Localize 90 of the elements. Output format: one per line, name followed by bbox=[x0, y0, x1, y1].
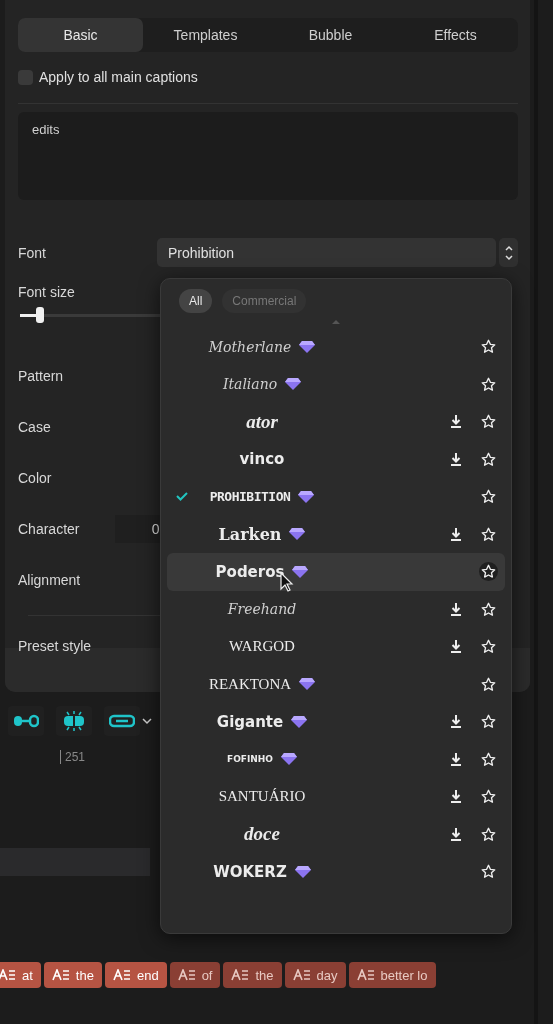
font-option[interactable]: ator bbox=[167, 403, 505, 441]
font-name: SANTUÁRIO bbox=[218, 788, 306, 806]
font-option[interactable]: REAKTONA bbox=[167, 665, 505, 703]
font-name: Gigante bbox=[216, 712, 284, 731]
star-icon[interactable] bbox=[480, 864, 496, 880]
font-option[interactable]: vinco bbox=[167, 440, 505, 478]
tab[interactable]: Effects bbox=[393, 18, 518, 52]
caption-clip[interactable]: the bbox=[223, 962, 282, 988]
download-icon[interactable] bbox=[450, 415, 462, 429]
font-name: PROHIBITION bbox=[209, 489, 291, 505]
font-option[interactable]: Motherlane bbox=[167, 328, 505, 366]
text-icon bbox=[231, 969, 250, 981]
tab[interactable]: Bubble bbox=[268, 18, 393, 52]
font-option[interactable]: FOFINHO bbox=[167, 740, 505, 778]
font-option[interactable]: Freehand bbox=[167, 590, 505, 628]
font-name: doce bbox=[244, 823, 280, 846]
font-name: FOFINHO bbox=[227, 754, 273, 765]
star-icon[interactable] bbox=[480, 526, 496, 542]
caption-clip[interactable]: end bbox=[104, 962, 167, 988]
caption-clip[interactable]: of bbox=[169, 962, 221, 988]
ruler-label: 251 bbox=[60, 750, 86, 764]
star-icon[interactable] bbox=[480, 376, 496, 392]
font-name: vinco bbox=[239, 450, 285, 469]
font-name: WOKERZ bbox=[213, 862, 287, 881]
font-option[interactable]: Italiano bbox=[167, 365, 505, 403]
font-name: ator bbox=[246, 410, 278, 433]
font-name: Motherlane bbox=[208, 338, 292, 355]
split-icon[interactable] bbox=[56, 706, 92, 736]
field-label: Color bbox=[18, 469, 52, 486]
text-icon bbox=[0, 969, 16, 981]
font-name: Poderos bbox=[215, 562, 285, 581]
chevron-down-icon[interactable] bbox=[142, 717, 152, 725]
tab[interactable]: Templates bbox=[143, 18, 268, 52]
download-icon[interactable] bbox=[450, 640, 462, 654]
download-icon[interactable] bbox=[450, 752, 462, 766]
font-option[interactable]: PROHIBITION bbox=[167, 478, 505, 516]
star-icon[interactable] bbox=[480, 789, 496, 805]
caption-text-field[interactable]: edits bbox=[18, 112, 518, 200]
star-icon[interactable] bbox=[480, 751, 496, 767]
filter-chip[interactable]: All bbox=[179, 289, 213, 313]
field-label: Character bbox=[18, 520, 80, 537]
download-icon[interactable] bbox=[450, 790, 462, 804]
field-label: Font bbox=[18, 244, 47, 261]
section-label: Preset style bbox=[18, 638, 92, 654]
star-icon[interactable] bbox=[480, 676, 496, 692]
unlink-icon[interactable] bbox=[104, 706, 140, 736]
field-label: Case bbox=[18, 418, 51, 435]
font-option[interactable]: Gigante bbox=[167, 703, 505, 741]
font-option[interactable]: doce bbox=[167, 815, 505, 853]
download-icon[interactable] bbox=[450, 527, 462, 541]
font-name: REAKTONA bbox=[208, 675, 292, 693]
font-name: Italiano bbox=[222, 376, 278, 393]
download-icon[interactable] bbox=[450, 602, 462, 616]
star-icon[interactable] bbox=[480, 714, 496, 730]
font-dropdown[interactable]: Prohibition bbox=[157, 238, 496, 267]
font-name: Freehand bbox=[227, 601, 297, 618]
font-option[interactable]: SANTUÁRIO bbox=[167, 778, 505, 816]
caption-clip[interactable]: at bbox=[0, 962, 41, 988]
text-icon bbox=[112, 969, 131, 981]
font-name: WARGOD bbox=[229, 638, 295, 656]
star-icon[interactable] bbox=[480, 826, 496, 842]
font-option[interactable]: WOKERZ bbox=[167, 853, 505, 891]
font-option[interactable]: Larken bbox=[167, 515, 505, 553]
star-icon[interactable] bbox=[480, 414, 496, 430]
font-name: Larken bbox=[218, 524, 282, 544]
checkbox-label: Apply to all main captions bbox=[39, 69, 198, 85]
text-icon bbox=[177, 969, 196, 981]
star-icon[interactable] bbox=[480, 339, 496, 355]
tab[interactable]: Basic bbox=[18, 18, 143, 52]
download-icon[interactable] bbox=[450, 452, 462, 466]
star-icon[interactable] bbox=[480, 639, 496, 655]
link-icon[interactable] bbox=[8, 706, 44, 736]
font-option[interactable]: WARGOD bbox=[167, 628, 505, 666]
star-icon[interactable] bbox=[480, 451, 496, 467]
field-label: Alignment bbox=[18, 571, 81, 588]
download-icon[interactable] bbox=[450, 715, 462, 729]
star-icon[interactable] bbox=[480, 489, 496, 505]
text-icon bbox=[292, 969, 311, 981]
chevron-updown-icon[interactable] bbox=[499, 238, 518, 267]
field-label: Font size bbox=[18, 284, 75, 300]
font-option[interactable]: Poderos bbox=[167, 553, 505, 591]
field-label: Pattern bbox=[18, 367, 64, 384]
caption-clip[interactable]: better lo bbox=[348, 962, 436, 988]
star-icon[interactable] bbox=[478, 562, 498, 582]
download-icon[interactable] bbox=[450, 827, 462, 841]
star-icon[interactable] bbox=[480, 601, 496, 617]
text-icon bbox=[51, 969, 70, 981]
caption-clip[interactable]: day bbox=[284, 962, 346, 988]
caption-clip[interactable]: the bbox=[43, 962, 102, 988]
text-icon bbox=[356, 969, 375, 981]
